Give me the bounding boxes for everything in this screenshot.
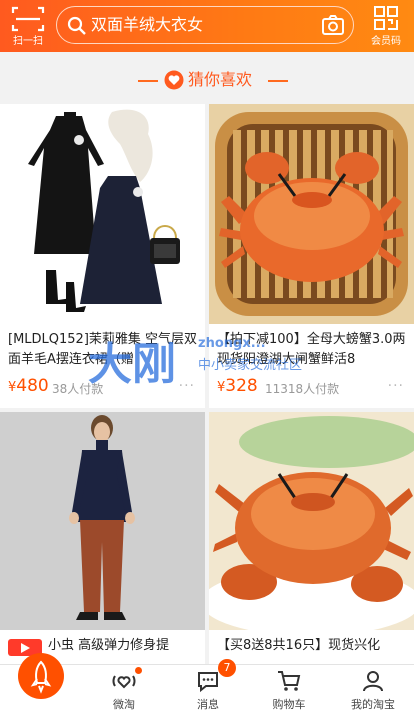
member-code-button[interactable]: 会员码 [364, 4, 408, 48]
member-code-label: 会员码 [371, 36, 401, 47]
product-price: ¥328 [217, 376, 258, 396]
sold-count: 11318人付款 [265, 382, 340, 396]
tab-weitao[interactable]: 微淘 [94, 665, 154, 713]
rocket-icon [30, 660, 52, 694]
product-image [209, 412, 414, 630]
product-image [0, 104, 205, 324]
notification-dot [135, 667, 142, 674]
section-title: 猜你喜欢 [188, 70, 253, 89]
weitao-icon [112, 675, 136, 689]
divider-left [138, 80, 158, 82]
scan-icon [11, 6, 45, 32]
product-title: 【拍下减100】全母大螃蟹3.0两现货阳澄湖大闸蟹鲜活8 [217, 332, 406, 367]
tab-label: 消息 [197, 698, 219, 711]
more-options-icon[interactable]: ··· [179, 378, 195, 394]
tab-label: 我的淘宝 [351, 698, 395, 711]
divider-right [268, 80, 288, 82]
product-image [0, 412, 205, 630]
message-icon [198, 672, 218, 693]
search-icon [67, 16, 86, 35]
tab-my-taobao[interactable]: 我的淘宝 [343, 665, 403, 713]
product-card[interactable]: 【拍下减100】全母大螃蟹3.0两现货阳澄湖大闸蟹鲜活8 ¥328 11318人… [209, 104, 414, 408]
tab-label: 微淘 [113, 698, 135, 711]
product-card[interactable]: 小虫 高级弹力修身提 [0, 412, 205, 672]
product-title: 【买8送8共16只】现货兴化 [217, 638, 381, 653]
product-card[interactable]: [MLDLQ152]茉莉雅集 空气层双面羊毛A摆连衣裙（赠 ¥480 38人付款… [0, 104, 205, 408]
search-text: 双面羊绒大衣女 [91, 15, 204, 34]
cart-icon [278, 671, 301, 691]
price-value: 480 [16, 376, 49, 396]
tab-label: 购物车 [272, 698, 306, 711]
product-image [209, 104, 414, 324]
product-title: [MLDLQ152]茉莉雅集 空气层双面羊毛A摆连衣裙（赠 [8, 332, 198, 367]
section-header: 猜你喜欢 [0, 52, 414, 104]
camera-icon[interactable] [321, 14, 345, 36]
home-button[interactable] [18, 653, 64, 699]
bottom-tab-bar: 微淘 7 消息 购物车 我的淘宝 [0, 653, 414, 713]
scan-button[interactable]: 扫一扫 [6, 4, 50, 48]
tab-cart[interactable]: 购物车 [259, 665, 319, 713]
search-bar[interactable]: 双面羊绒大衣女 [56, 6, 354, 44]
member-code-icon [374, 6, 398, 30]
product-price: ¥480 [8, 376, 49, 396]
scan-label: 扫一扫 [13, 36, 43, 47]
sold-count: 38人付款 [52, 382, 104, 396]
product-title: 小虫 高级弹力修身提 [48, 638, 170, 653]
user-icon [363, 671, 383, 692]
price-value: 328 [225, 376, 258, 396]
top-header: 扫一扫 双面羊绒大衣女 会员码 [0, 0, 414, 52]
tab-messages[interactable]: 7 消息 [178, 659, 238, 713]
heart-icon [164, 70, 184, 90]
message-badge: 7 [218, 659, 236, 677]
product-card[interactable]: 【买8送8共16只】现货兴化 [209, 412, 414, 672]
more-options-icon[interactable]: ··· [388, 378, 404, 394]
